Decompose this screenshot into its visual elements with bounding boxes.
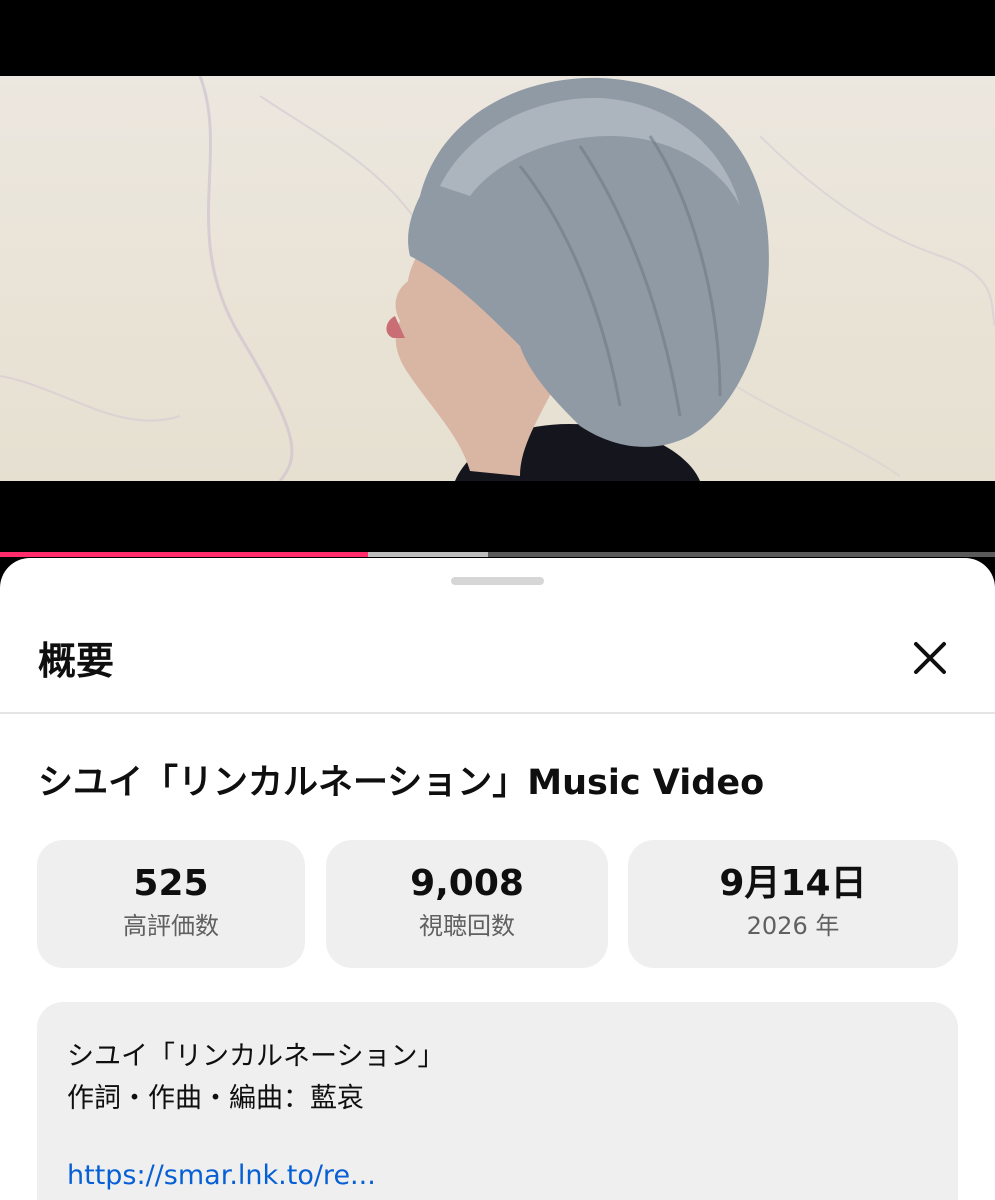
description-box[interactable]: シユイ「リンカルネーション」 作詞・作曲・編曲：藍哀 https://smar.… xyxy=(37,1002,958,1200)
sheet-title: 概要 xyxy=(38,639,115,683)
description-credits: 作詞・作曲・編曲：藍哀 xyxy=(67,1083,364,1114)
close-icon xyxy=(914,642,946,674)
description-sheet: 概要 シユイ「リンカルネーション」Music Video 525 高評価数 9,… xyxy=(0,558,995,1200)
publish-date-stat: 9月14日 2026 年 xyxy=(628,840,958,968)
drag-handle[interactable] xyxy=(451,577,544,585)
likes-count: 525 xyxy=(133,863,209,904)
video-title: シユイ「リンカルネーション」Music Video xyxy=(38,763,765,803)
progress-played xyxy=(0,552,369,557)
video-player[interactable] xyxy=(0,0,995,558)
divider xyxy=(0,712,995,714)
close-button[interactable] xyxy=(904,632,956,684)
likes-label: 高評価数 xyxy=(123,912,219,940)
progress-buffered xyxy=(368,552,488,557)
views-count: 9,008 xyxy=(410,863,524,904)
views-stat: 9,008 視聴回数 xyxy=(326,840,608,968)
video-frame[interactable] xyxy=(0,76,995,481)
publish-date: 9月14日 xyxy=(719,863,867,904)
video-thumbnail-image xyxy=(0,76,995,481)
description-link[interactable]: https://smar.lnk.to/re... xyxy=(67,1160,376,1191)
video-progress-bar[interactable] xyxy=(0,552,995,557)
views-label: 視聴回数 xyxy=(419,912,515,940)
publish-year: 2026 年 xyxy=(746,912,840,940)
description-line: シユイ「リンカルネーション」 xyxy=(67,1041,445,1072)
likes-stat: 525 高評価数 xyxy=(37,840,305,968)
